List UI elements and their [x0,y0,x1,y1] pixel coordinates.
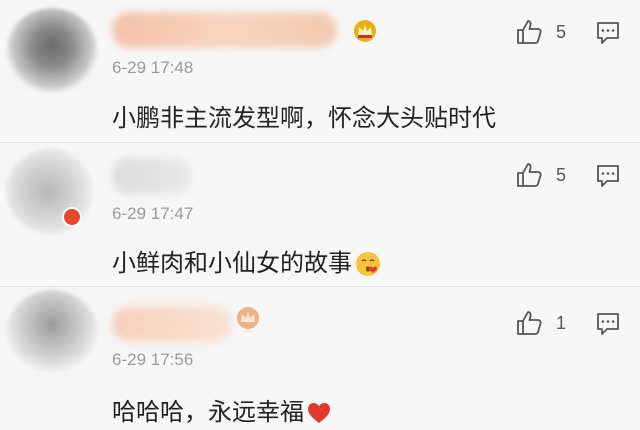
comment-time: 6-29 17:47 [112,204,194,223]
comment-item[interactable]: 6-29 17:48 小鹏非主流发型啊，怀念大头贴时代 5 [0,0,640,143]
thumbs-up-icon[interactable] [515,161,543,189]
comment-time: 6-29 17:56 [112,350,194,369]
comment-text: 小鲜肉和小仙女的故事 [112,243,382,278]
comment-text-content: 小鲜肉和小仙女的故事 [112,249,352,277]
reply-comment-icon[interactable] [595,20,621,46]
red-heart-emoji [308,403,330,423]
comment-time: 6-29 17:48 [112,58,194,77]
avatar[interactable] [6,148,98,234]
crown-icon [237,307,259,329]
comment-item[interactable]: 6-29 17:56 哈哈哈，永远幸福 1 [0,287,640,430]
avatar[interactable] [6,290,98,376]
thumbs-up-icon[interactable] [515,309,543,337]
like-count: 5 [556,165,567,185]
thumbs-up-icon[interactable] [515,18,543,46]
comment-text-content: 哈哈哈，永远幸福 [112,398,304,426]
crown-icon [354,20,376,42]
avatar[interactable] [6,8,98,94]
blowing-kiss-emoji [356,252,380,276]
comment-text: 哈哈哈，永远幸福 [112,392,332,427]
like-count: 5 [556,22,567,42]
comment-item[interactable]: 6-29 17:47 小鲜肉和小仙女的故事 5 [0,143,640,286]
comment-text: 小鹏非主流发型啊，怀念大头贴时代 [112,104,496,132]
like-count: 1 [556,313,567,333]
username-blurred[interactable] [112,12,337,48]
reply-comment-icon[interactable] [595,163,621,189]
username-blurred[interactable] [112,306,232,342]
verified-badge-icon [62,207,82,227]
reply-comment-icon[interactable] [595,311,621,337]
username-blurred[interactable] [112,158,192,194]
